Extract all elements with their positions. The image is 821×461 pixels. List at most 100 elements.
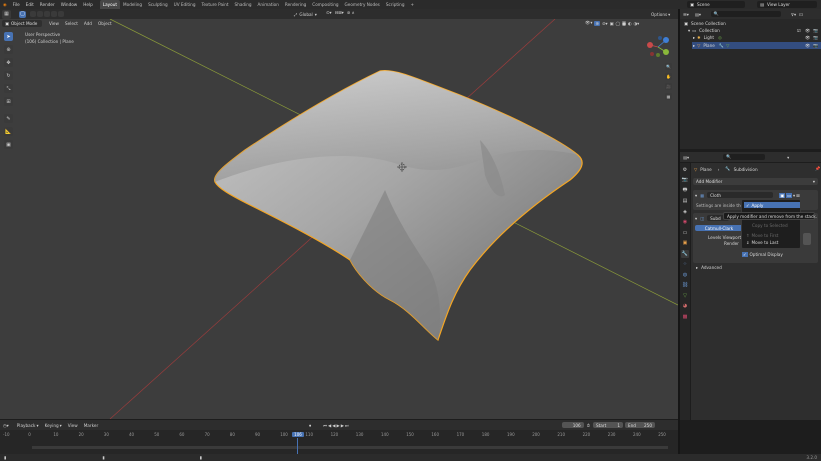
zoom-icon[interactable]: 🔍: [665, 63, 672, 70]
edit-mode-toggle-icon[interactable]: ▣: [779, 192, 786, 198]
timeline-menu-playback[interactable]: Playback: [17, 423, 36, 428]
area-divider[interactable]: [678, 9, 680, 454]
texture-tab-icon[interactable]: ▩: [681, 313, 689, 321]
viewport-menu-add[interactable]: Add: [81, 19, 95, 28]
snapping-controls[interactable]: ⊙▾ ⊟⊠▾ ⊚ ∧: [326, 10, 355, 18]
outliner-search-input[interactable]: 🔍: [710, 11, 781, 17]
timeline-menu-keying[interactable]: Keying: [45, 423, 59, 428]
3d-viewport[interactable]: User Perspective (106) Collection | Plan…: [0, 19, 678, 419]
viewport-menu-object[interactable]: Object: [95, 19, 115, 28]
rotate-tool-icon[interactable]: ↻: [4, 71, 13, 80]
select-mode-new-icon[interactable]: [30, 11, 36, 17]
move-tool-icon[interactable]: ✥: [4, 58, 13, 67]
tab-sculpting[interactable]: Sculpting: [145, 0, 171, 9]
modifier-tab-icon[interactable]: 🔧: [681, 249, 689, 258]
levels-viewport-field[interactable]: [803, 233, 811, 245]
tab-animation[interactable]: Animation: [255, 0, 282, 9]
outliner-display-mode-icon[interactable]: ▤▾: [695, 12, 701, 17]
outliner-scene-collection[interactable]: ▣ Scene Collection: [684, 21, 726, 26]
cloth-modifier-header[interactable]: ▾ ▦ Cloth ▣ ▭ ▾ ⊠: [695, 192, 816, 198]
menu-item-copy-to-selected[interactable]: Copy to Selected: [752, 223, 788, 228]
editor-type-icon[interactable]: ▦: [2, 9, 11, 19]
visibility-eye-icon[interactable]: 👁: [805, 43, 810, 49]
outliner-item-light[interactable]: ▸ ✹ Light ◎ 👁 📷: [693, 35, 821, 41]
tab-modeling[interactable]: Modeling: [120, 0, 145, 9]
select-mode-invert-icon[interactable]: [58, 11, 64, 17]
start-frame-field[interactable]: Start 1: [592, 422, 623, 428]
select-tool-icon[interactable]: ➤: [4, 32, 13, 41]
collection-tab-icon[interactable]: ▭: [681, 229, 689, 237]
snap-icon[interactable]: ⊟⊠▾: [335, 10, 344, 18]
visibility-eye-icon[interactable]: 👁: [805, 28, 810, 34]
tab-shading[interactable]: Shading: [232, 0, 255, 9]
collapse-arrow-icon[interactable]: ▾: [695, 193, 697, 198]
tool-tab-icon[interactable]: ⚙: [681, 166, 689, 174]
playback-controls-icon[interactable]: ⏮◀◀▶▶⏭: [323, 423, 349, 428]
filter-icon[interactable]: ⊽▾: [791, 12, 796, 17]
render-camera-icon[interactable]: 📷: [813, 43, 818, 49]
timeline-area[interactable]: -10 0 10 20 30 40 50 60 70 80 90 100 110 120 130 140 150…: [0, 430, 678, 454]
object-tab-icon[interactable]: ▣: [681, 239, 689, 247]
viewport-toggle-icon[interactable]: ▭: [786, 192, 793, 198]
cloth-name-field[interactable]: Cloth: [707, 192, 774, 198]
modifier-delete-icon[interactable]: ⊠: [796, 193, 800, 198]
timeline-menu-marker[interactable]: Marker: [84, 423, 98, 428]
timeline-menu-view[interactable]: View: [68, 423, 78, 428]
select-mode-intersect-icon[interactable]: [51, 11, 57, 17]
end-frame-field[interactable]: End 250: [624, 422, 655, 428]
proportional-edit-icon[interactable]: ⊚ ∧: [347, 10, 355, 18]
select-mode-extend-icon[interactable]: [37, 11, 43, 17]
navigation-gizmo[interactable]: [646, 35, 670, 59]
tab-geometry-nodes[interactable]: Geometry Nodes: [342, 0, 383, 9]
tab-scripting[interactable]: Scripting: [383, 0, 408, 9]
tab-texture-paint[interactable]: Texture Paint: [199, 0, 232, 9]
menu-file[interactable]: File: [10, 0, 23, 9]
catmull-clark-button[interactable]: Catmull-Clark: [695, 225, 743, 231]
menu-help[interactable]: Help: [80, 0, 96, 9]
scene-selector[interactable]: ▣ Scene: [687, 1, 745, 8]
menu-edit[interactable]: Edit: [23, 0, 37, 9]
pan-hand-icon[interactable]: ✋: [665, 73, 672, 80]
tab-compositing[interactable]: Compositing: [309, 0, 341, 9]
advanced-section[interactable]: ▸ Advanced: [696, 265, 722, 270]
current-frame-field[interactable]: 106: [561, 422, 584, 428]
add-cube-tool-icon[interactable]: ▣: [4, 140, 13, 149]
playhead-frame-badge[interactable]: 106: [292, 432, 304, 437]
viewport-menu-view[interactable]: View: [46, 19, 62, 28]
menu-item-move-to-first[interactable]: ⇑ Move to First: [746, 233, 778, 238]
camera-icon[interactable]: 🎥: [665, 83, 672, 90]
render-camera-icon[interactable]: 📷: [813, 28, 818, 34]
physics-tab-icon[interactable]: ◍: [681, 271, 689, 279]
expand-arrow-icon[interactable]: ▸: [693, 35, 695, 40]
properties-options-icon[interactable]: ▾: [787, 155, 789, 160]
cursor-tool-icon[interactable]: ⊕: [4, 45, 13, 54]
properties-editor-icon[interactable]: ▤▾: [683, 155, 689, 160]
annotate-tool-icon[interactable]: ✎: [4, 114, 13, 123]
pin-icon[interactable]: 📌: [815, 166, 820, 172]
viewport-menu-select[interactable]: Select: [62, 19, 81, 28]
menu-item-move-to-last[interactable]: ⇓ Move to Last: [746, 240, 778, 245]
add-modifier-button[interactable]: Add Modifier ▾: [693, 178, 818, 185]
timeline-playhead[interactable]: [297, 438, 298, 454]
render-tab-icon[interactable]: 📷: [681, 176, 689, 184]
properties-search-input[interactable]: 🔍: [723, 154, 766, 160]
preview-range-icon[interactable]: ⏱: [587, 423, 590, 428]
tab-uv-editing[interactable]: UV Editing: [171, 0, 199, 9]
scene-tab-icon[interactable]: ◈: [681, 208, 689, 216]
modifier-dropdown-icon[interactable]: ▾: [793, 193, 795, 198]
data-tab-icon[interactable]: ▽: [681, 292, 689, 300]
collapse-arrow-icon[interactable]: ▾: [695, 216, 697, 221]
select-mode-subtract-icon[interactable]: [44, 11, 50, 17]
render-camera-icon[interactable]: 📷: [813, 35, 818, 41]
optimal-display-checkbox[interactable]: ✓ Optimal Display: [742, 252, 783, 257]
outliner-item-collection[interactable]: ▾ ▭ Collection ☑ 👁 📷: [688, 28, 821, 34]
menu-item-apply[interactable]: ✓ Apply: [744, 202, 800, 208]
scale-tool-icon[interactable]: ⤡: [4, 84, 13, 93]
view-layer-selector[interactable]: ▤ View Layer: [757, 1, 817, 8]
visibility-eye-icon[interactable]: 👁: [805, 35, 810, 41]
outliner-editor-icon[interactable]: ☰▾: [683, 12, 689, 17]
transform-orientation[interactable]: ⤢ Global ▾: [294, 10, 317, 18]
record-icon[interactable]: ⏺: [309, 423, 311, 428]
blender-logo-icon[interactable]: ◉: [0, 0, 10, 9]
mode-selector[interactable]: ▣ Object Mode: [2, 20, 42, 27]
